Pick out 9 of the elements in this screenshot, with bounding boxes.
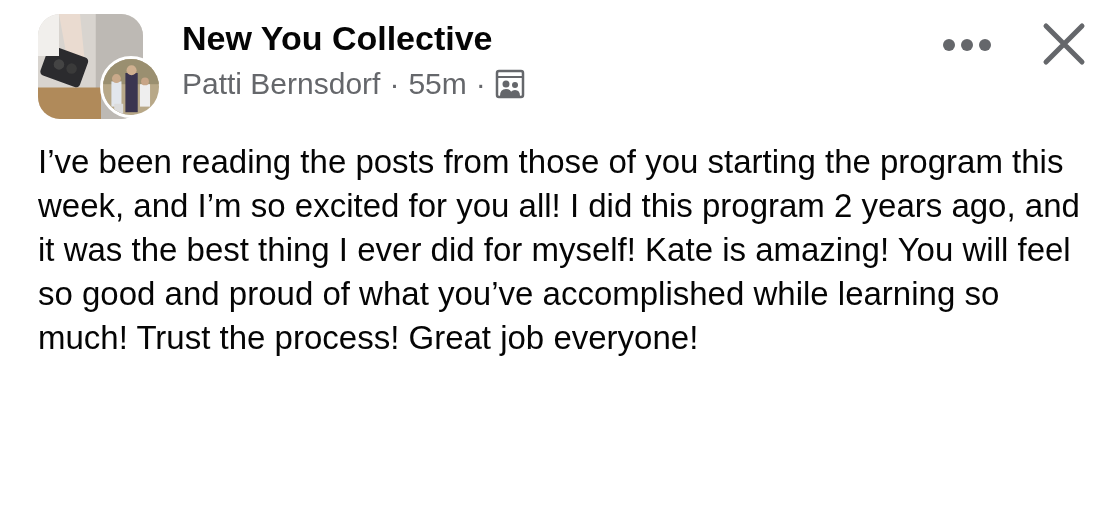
close-icon[interactable] xyxy=(1042,22,1086,66)
post-time[interactable]: 55m xyxy=(408,66,467,101)
separator: · xyxy=(389,66,400,101)
post-text: I’ve been reading the posts from those of you starting the program this week, and I’m so excited for you all! I did this program 2 years ago, and it was the best thing I ever did for myself! Kate is amazing! You will feel so good and proud of what you’ve accomplished while learning so much! Trust the process! Great job everyone! xyxy=(38,142,1081,358)
group-privacy-icon xyxy=(494,68,525,99)
more-options-icon[interactable] xyxy=(942,38,992,52)
separator: · xyxy=(475,66,486,101)
group-name[interactable]: New You Collective xyxy=(182,18,942,59)
author-name[interactable]: Patti Bernsdorf xyxy=(182,66,381,101)
